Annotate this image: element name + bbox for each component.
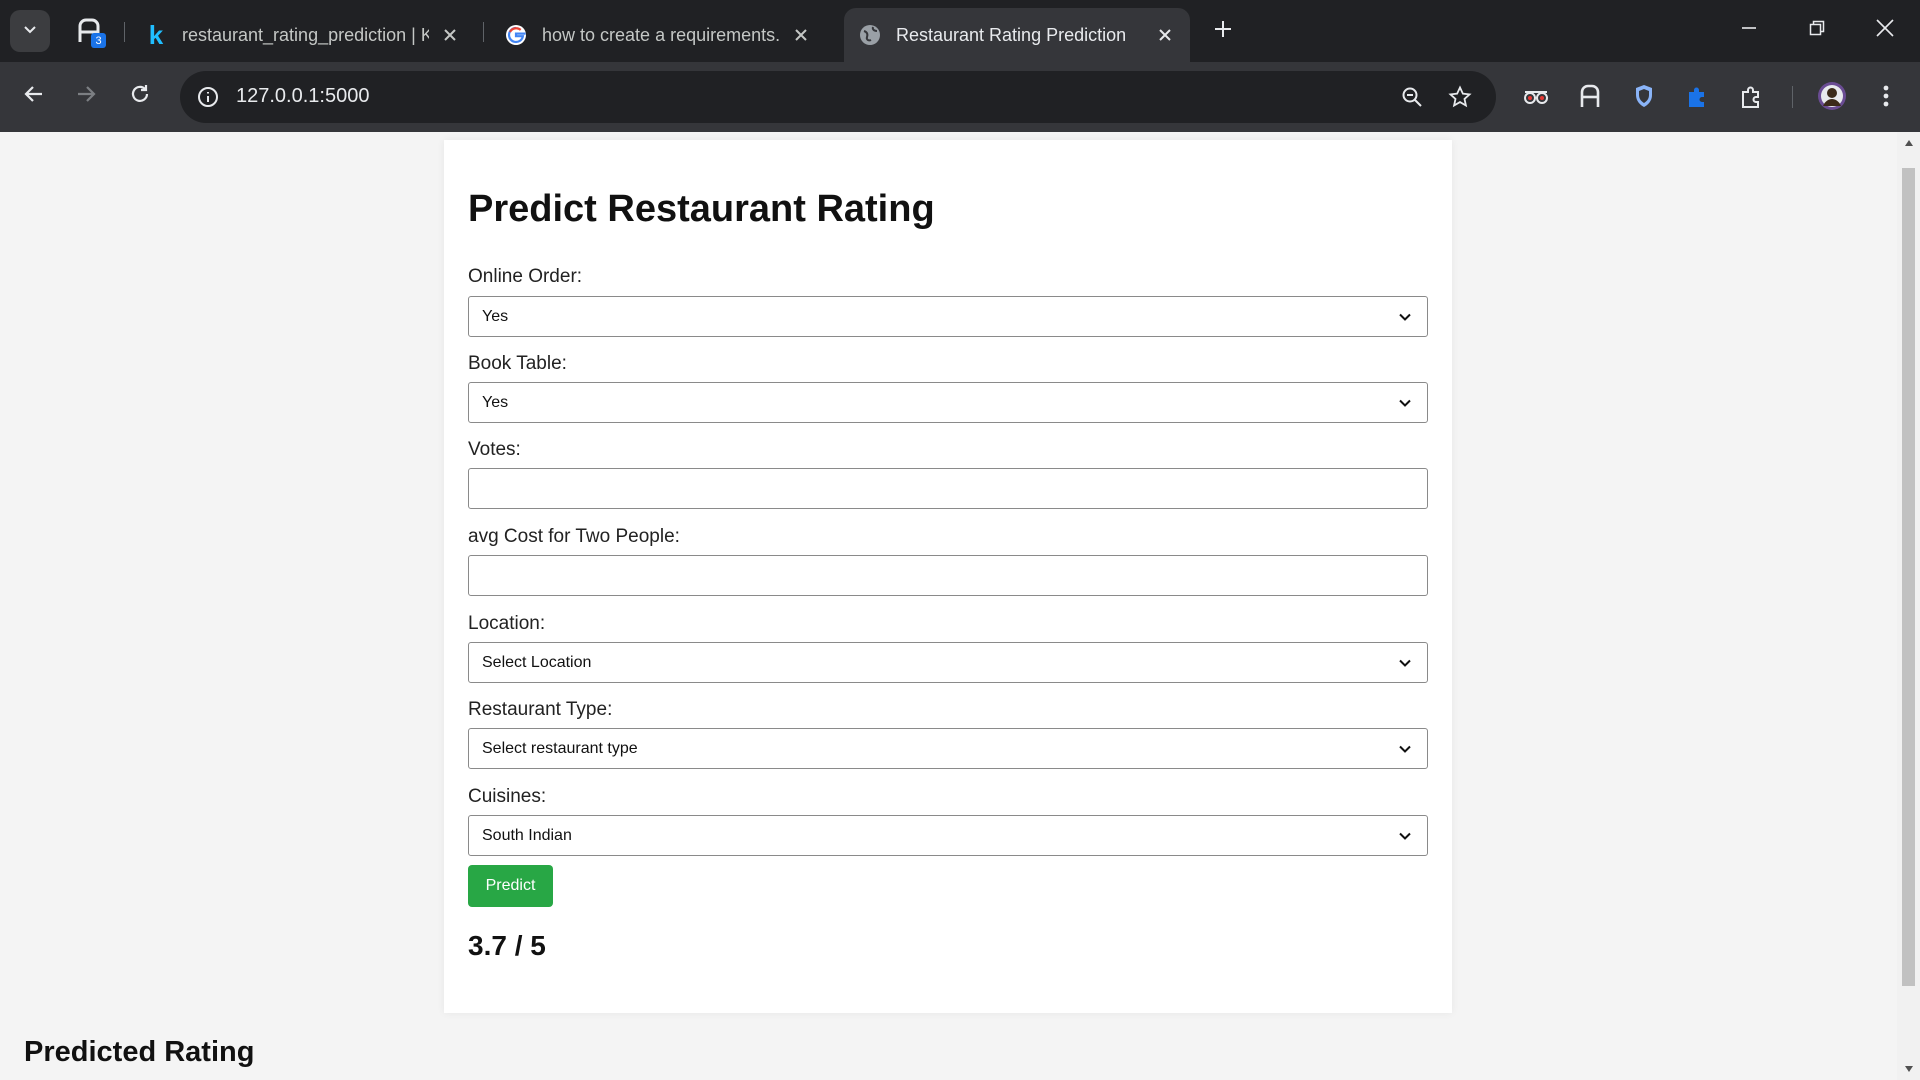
minimize-icon [1741,20,1757,41]
select-value: Yes [482,307,509,325]
restore-button[interactable] [1794,8,1840,52]
more-menu-icon[interactable] [1868,78,1904,114]
tab-title: how to create a requirements.tx [542,24,780,45]
votes-input[interactable] [468,468,1428,509]
predicted-rating-value: 3.7 / 5 [468,930,546,961]
chevron-down-icon [1396,654,1414,672]
tab-title: Restaurant Rating Prediction [896,24,1127,45]
forward-button[interactable] [66,76,106,116]
pinned-badge: 3 [91,33,106,48]
page-scrollbar[interactable] [1897,132,1920,1080]
address-bar[interactable]: 127.0.0.1:5000 [180,71,1496,123]
votes-label: Votes: [468,439,521,460]
address-text[interactable]: 127.0.0.1:5000 [236,85,369,108]
tab-restaurant-rating[interactable]: Restaurant Rating Prediction [844,8,1190,62]
tab-strip: 3 k restaurant_rating_prediction | K how… [0,0,1920,62]
reload-icon [129,83,151,110]
pinned-app-icon: 3 [74,16,106,48]
online-order-select[interactable]: Yes [468,296,1428,337]
tab-title: restaurant_rating_prediction | K [182,24,429,45]
puzzle-extension-icon[interactable] [1680,78,1716,114]
book-table-label: Book Table: [468,353,567,374]
tab-separator [124,22,125,42]
avg-cost-label: avg Cost for Two People: [468,526,680,547]
glasses-extension-icon[interactable] [1518,78,1554,114]
restaurant-type-select[interactable]: Select restaurant type [468,728,1428,769]
chevron-down-icon [1396,740,1414,758]
online-order-label: Online Order: [468,266,583,287]
select-value: Select Location [482,653,592,671]
chevron-down-icon [1396,394,1414,412]
predicted-rating-heading: Predicted Rating [24,1036,255,1068]
select-value: Yes [482,393,509,411]
restaurant-type-label: Restaurant Type: [468,699,613,720]
scrollbar-thumb[interactable] [1902,168,1915,986]
chevron-down-icon [1396,827,1414,845]
kaggle-icon: k [148,19,164,50]
reload-button[interactable] [120,76,160,116]
tab-search-button[interactable] [10,10,50,52]
predict-button[interactable]: Predict [468,865,553,907]
pinned-tab[interactable]: 3 [72,14,106,48]
window-close-button[interactable] [1862,8,1908,52]
page-title: Predict Restaurant Rating [468,188,935,230]
select-value: South Indian [482,826,572,844]
restore-icon [1809,20,1825,41]
extensions-icon[interactable] [1734,78,1770,114]
new-tab-button[interactable] [1206,14,1240,48]
back-button[interactable] [14,76,54,116]
page-viewport: Predict Restaurant Rating Online Order: … [0,132,1897,1080]
globe-icon [858,23,882,47]
avg-cost-input[interactable] [468,555,1428,596]
tab-google[interactable]: how to create a requirements.tx [490,8,826,62]
site-info-icon[interactable] [194,83,222,111]
star-icon[interactable] [1446,83,1474,111]
select-value: Select restaurant type [482,739,638,757]
prediction-form-card: Predict Restaurant Rating Online Order: … [444,140,1452,1013]
google-icon [504,23,528,47]
reading-mode-icon[interactable] [1572,78,1608,114]
close-icon [1876,18,1894,42]
cuisines-label: Cuisines: [468,786,547,807]
scroll-up-arrow-icon[interactable] [1897,132,1920,154]
book-table-select[interactable]: Yes [468,382,1428,423]
tab-separator [483,22,484,42]
arrow-left-icon [23,83,45,110]
scroll-down-arrow-icon[interactable] [1897,1058,1920,1080]
plus-icon [1213,19,1233,44]
tab-kaggle[interactable]: k restaurant_rating_prediction | K [130,8,475,62]
arrow-right-icon [75,83,97,110]
shield-icon[interactable] [1626,78,1662,114]
close-icon[interactable] [439,24,461,46]
close-icon[interactable] [1154,24,1176,46]
toolbar-separator [1792,86,1793,108]
location-label: Location: [468,613,546,634]
chevron-down-icon [21,20,39,43]
minimize-button[interactable] [1726,8,1772,52]
cuisines-select[interactable]: South Indian [468,815,1428,856]
close-icon[interactable] [790,24,812,46]
chevron-down-icon [1396,308,1414,326]
zoom-icon[interactable] [1398,83,1426,111]
browser-toolbar: 127.0.0.1:5000 [0,62,1920,132]
avatar[interactable] [1814,78,1850,114]
location-select[interactable]: Select Location [468,642,1428,683]
